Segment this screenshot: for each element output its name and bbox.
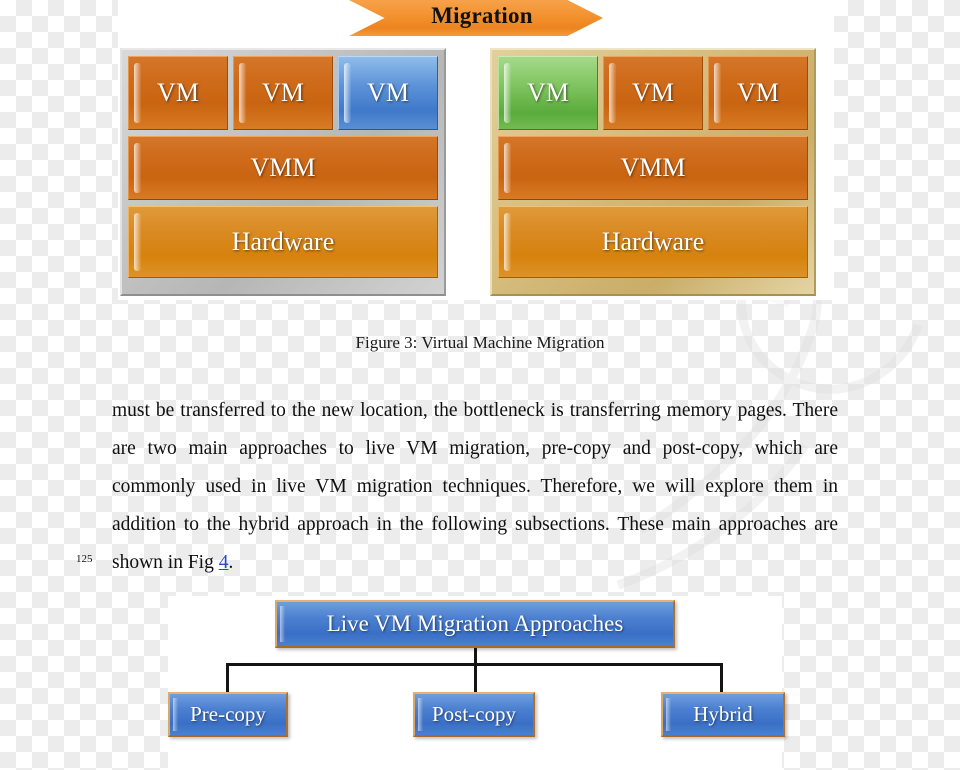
destination-vm-3: VM — [708, 56, 808, 130]
paragraph-text-part2: . — [228, 552, 234, 573]
source-vm-3-label: VM — [367, 78, 409, 107]
source-vmm-label: VMM — [250, 153, 316, 182]
destination-vm-2-label: VM — [632, 78, 674, 107]
source-host-vm-row: VM VM VM — [128, 56, 438, 130]
line-number-125: 125 — [76, 553, 93, 565]
source-vm-1: VM — [128, 56, 228, 130]
source-vmm: VMM — [128, 136, 438, 200]
connector-root-stem — [474, 647, 477, 693]
destination-vm-2: VM — [603, 56, 703, 130]
paragraph-text-part1: must be transferred to the new location,… — [112, 400, 838, 573]
destination-vm-1-migrated: VM — [498, 56, 598, 130]
migration-banner-label: Migration — [431, 3, 533, 28]
destination-host: VM VM VM VMM Hardware — [490, 48, 816, 296]
body-paragraph: must be transferred to the new location,… — [112, 392, 838, 582]
source-vm-1-label: VM — [157, 78, 199, 107]
connector-to-hybrid — [720, 663, 723, 694]
source-hardware-label: Hardware — [231, 227, 335, 256]
source-vm-2: VM — [233, 56, 333, 130]
destination-vm-3-label: VM — [737, 78, 779, 107]
source-vm-2-label: VM — [262, 78, 304, 107]
destination-hardware: Hardware — [498, 206, 808, 278]
source-hardware: Hardware — [128, 206, 438, 278]
flow-node-hybrid-label: Hybrid — [693, 702, 753, 726]
destination-vmm-label: VMM — [620, 153, 686, 182]
destination-host-vm-row: VM VM VM — [498, 56, 808, 130]
flow-node-post-copy: Post-copy — [413, 692, 535, 737]
flow-node-hybrid: Hybrid — [661, 692, 785, 737]
connector-horizontal-bus — [226, 663, 723, 666]
destination-vm-1-label: VM — [527, 78, 569, 107]
flow-node-root: Live VM Migration Approaches — [275, 600, 675, 648]
migration-banner: Migration — [349, 0, 603, 36]
destination-vmm: VMM — [498, 136, 808, 200]
source-vm-3-migrating: VM — [338, 56, 438, 130]
flow-node-root-label: Live VM Migration Approaches — [326, 611, 624, 636]
connector-to-pre-copy — [226, 663, 229, 694]
flow-node-pre-copy-label: Pre-copy — [190, 702, 266, 726]
destination-hardware-label: Hardware — [601, 227, 705, 256]
flow-node-post-copy-label: Post-copy — [432, 702, 516, 726]
source-host: VM VM VM VMM Hardware — [120, 48, 446, 296]
figure3-caption: Figure 3: Virtual Machine Migration — [355, 333, 605, 352]
flow-node-pre-copy: Pre-copy — [168, 692, 288, 737]
